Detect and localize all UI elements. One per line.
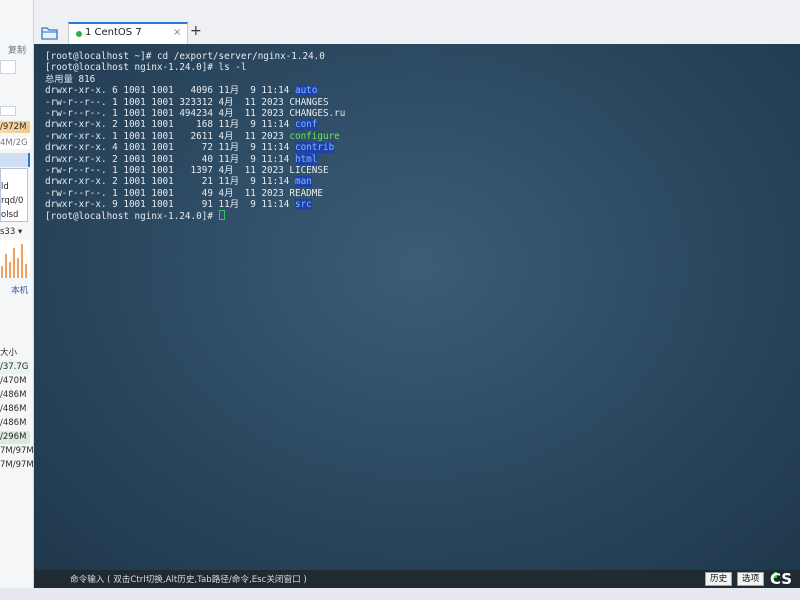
disk-size: /470M bbox=[0, 376, 27, 386]
terminal-cursor bbox=[218, 210, 225, 221]
watermark-logo: CS bbox=[770, 570, 793, 588]
terminal-line: [root@localhost ~]# cd /export/server/ng… bbox=[45, 51, 345, 62]
terminal-line: drwxr-xr-x. 6 1001 1001 4096 11月 9 11:14… bbox=[45, 85, 345, 97]
terminal-line: -rw-r--r--. 1 1001 1001 494234 4月 11 202… bbox=[45, 108, 345, 119]
network-chart bbox=[0, 240, 30, 278]
terminal-line-text: drwxr-xr-x. 9 1001 1001 91 11月 9 11:14 bbox=[45, 199, 295, 211]
chart-bar bbox=[21, 244, 23, 278]
disk-size: /486M bbox=[0, 418, 27, 428]
terminal-line: -rwxr-xr-x. 1 1001 1001 2611 4月 11 2023 … bbox=[45, 131, 345, 142]
memory-value: /972M bbox=[0, 122, 27, 132]
disk-size: /296M bbox=[0, 432, 27, 442]
process-item[interactable]: ld bbox=[1, 182, 9, 192]
chart-bar bbox=[1, 266, 3, 278]
options-button[interactable]: 选项 bbox=[737, 572, 765, 586]
terminal-line-text: -rw-r--r--. 1 1001 1001 323312 4月 11 202… bbox=[45, 96, 329, 108]
terminal-line-text: drwxr-xr-x. 2 1001 1001 168 11月 9 11:14 bbox=[45, 119, 295, 131]
terminal-line: [root@localhost nginx-1.24.0]# bbox=[45, 210, 345, 223]
chart-bar bbox=[17, 258, 19, 278]
connection-status-icon bbox=[76, 31, 82, 37]
terminal-line-text: drwxr-xr-x. 2 1001 1001 21 11月 9 11:14 bbox=[45, 176, 295, 188]
terminal-line: drwxr-xr-x. 4 1001 1001 72 11月 9 11:14 c… bbox=[45, 142, 345, 154]
selected-row[interactable] bbox=[0, 153, 30, 167]
disk-size: 7M/97M bbox=[0, 446, 34, 456]
directory-name: auto bbox=[294, 85, 318, 97]
terminal-line: drwxr-xr-x. 2 1001 1001 168 11月 9 11:14 … bbox=[45, 119, 345, 131]
directory-name: src bbox=[294, 199, 312, 211]
sidebar-input[interactable] bbox=[0, 60, 16, 74]
tab-centos-7[interactable]: 1 CentOS 7 × bbox=[68, 22, 188, 44]
copy-link[interactable]: 复制 bbox=[8, 43, 26, 56]
directory-name: html bbox=[294, 153, 318, 165]
terminal-line: -rw-r--r--. 1 1001 1001 1397 4月 11 2023 … bbox=[45, 165, 345, 176]
folder-icon[interactable] bbox=[41, 25, 59, 41]
terminal-line-text: -rw-r--r--. 1 1001 1001 1397 4月 11 2023 … bbox=[45, 164, 329, 176]
terminal-line-text: 总用量 816 bbox=[45, 73, 96, 85]
process-list: ld rqd/0 olsd bbox=[0, 168, 28, 222]
terminal-line-text: -rw-r--r--. 1 1001 1001 494234 4月 11 202… bbox=[45, 107, 346, 119]
disk-row[interactable]: /470M bbox=[0, 375, 30, 388]
terminal-line: [root@localhost nginx-1.24.0]# ls -l bbox=[45, 62, 345, 73]
disk-selector-label: s33 bbox=[0, 227, 16, 237]
add-tab-icon[interactable]: + bbox=[190, 23, 202, 39]
terminal-line: drwxr-xr-x. 2 1001 1001 21 11月 9 11:14 m… bbox=[45, 176, 345, 188]
terminal-line: -rw-r--r--. 1 1001 1001 323312 4月 11 202… bbox=[45, 97, 345, 108]
terminal-line: drwxr-xr-x. 9 1001 1001 91 11月 9 11:14 s… bbox=[45, 199, 345, 211]
terminal-line-text: drwxr-xr-x. 4 1001 1001 72 11月 9 11:14 bbox=[45, 142, 295, 154]
disk-row[interactable]: /486M bbox=[0, 403, 30, 416]
chart-bar bbox=[13, 248, 15, 278]
disk-selector[interactable]: s33 ▾ bbox=[0, 227, 22, 237]
directory-name: conf bbox=[294, 119, 318, 131]
executable-name: configure bbox=[289, 130, 340, 142]
local-label[interactable]: 本机 bbox=[11, 284, 28, 296]
disk-size: 7M/97M bbox=[0, 460, 34, 470]
process-item[interactable]: rqd/0 bbox=[1, 196, 23, 206]
size-column-header: 大小 bbox=[0, 348, 18, 358]
chart-bar bbox=[9, 262, 11, 278]
disk-size: /486M bbox=[0, 404, 27, 414]
terminal-line-text: -rwxr-xr-x. 1 1001 1001 2611 4月 11 2023 bbox=[45, 130, 290, 142]
terminal-line-text: [root@localhost nginx-1.24.0]# bbox=[45, 211, 219, 223]
chart-bar bbox=[5, 254, 7, 278]
sidebar-field[interactable] bbox=[0, 106, 16, 116]
terminal-line-text: -rw-r--r--. 1 1001 1001 49 4月 11 2023 RE… bbox=[45, 187, 323, 199]
history-button[interactable]: 历史 bbox=[705, 572, 733, 586]
status-strip bbox=[0, 588, 800, 600]
chevron-down-icon: ▾ bbox=[17, 227, 23, 237]
terminal-output: [root@localhost ~]# cd /export/server/ng… bbox=[45, 51, 345, 222]
terminal-line-text: [root@localhost ~]# cd /export/server/ng… bbox=[45, 51, 325, 62]
directory-name: man bbox=[294, 176, 312, 188]
terminal-line: 总用量 816 bbox=[45, 74, 345, 85]
terminal-line-text: [root@localhost nginx-1.24.0]# ls -l bbox=[45, 62, 247, 74]
process-item[interactable]: olsd bbox=[1, 210, 18, 220]
disk-row[interactable]: 7M/97M bbox=[0, 445, 33, 458]
disk-row[interactable]: /486M bbox=[0, 417, 30, 430]
terminal-line: -rw-r--r--. 1 1001 1001 49 4月 11 2023 RE… bbox=[45, 188, 345, 199]
close-icon[interactable]: × bbox=[173, 27, 181, 38]
disk-row[interactable]: /296M bbox=[0, 431, 30, 444]
terminal-line-text: drwxr-xr-x. 2 1001 1001 40 11月 9 11:14 bbox=[45, 153, 295, 165]
disk-size: /37.7G bbox=[0, 362, 29, 372]
command-input-hint[interactable]: 命令输入 ( 双击Ctrl切换,Alt历史,Tab路径/命令,Esc关闭窗口 ) bbox=[70, 573, 307, 585]
terminal-pane[interactable]: [root@localhost ~]# cd /export/server/ng… bbox=[34, 44, 800, 570]
command-input-bar[interactable]: 命令输入 ( 双击Ctrl切换,Alt历史,Tab路径/命令,Esc关闭窗口 )… bbox=[34, 570, 800, 588]
left-sidebar: 复制 /972M 4M/2G ld rqd/0 olsd s33 ▾ 本机 大小… bbox=[0, 0, 34, 600]
tab-label: 1 CentOS 7 bbox=[85, 27, 142, 38]
swap-value: 4M/2G bbox=[0, 138, 28, 148]
terminal-line-text: drwxr-xr-x. 6 1001 1001 4096 11月 9 11:14 bbox=[45, 85, 295, 97]
session-tab-bar: 1 CentOS 7 × + bbox=[34, 22, 800, 44]
disk-size: /486M bbox=[0, 390, 27, 400]
disk-row[interactable]: /37.7G bbox=[0, 361, 30, 374]
disk-row[interactable]: /486M bbox=[0, 389, 30, 402]
chart-bar bbox=[25, 264, 27, 278]
disk-row[interactable]: 7M/97M bbox=[0, 459, 33, 472]
directory-name: contrib bbox=[294, 142, 335, 154]
app-window: 复制 /972M 4M/2G ld rqd/0 olsd s33 ▾ 本机 大小… bbox=[0, 0, 800, 600]
terminal-line: drwxr-xr-x. 2 1001 1001 40 11月 9 11:14 h… bbox=[45, 153, 345, 165]
